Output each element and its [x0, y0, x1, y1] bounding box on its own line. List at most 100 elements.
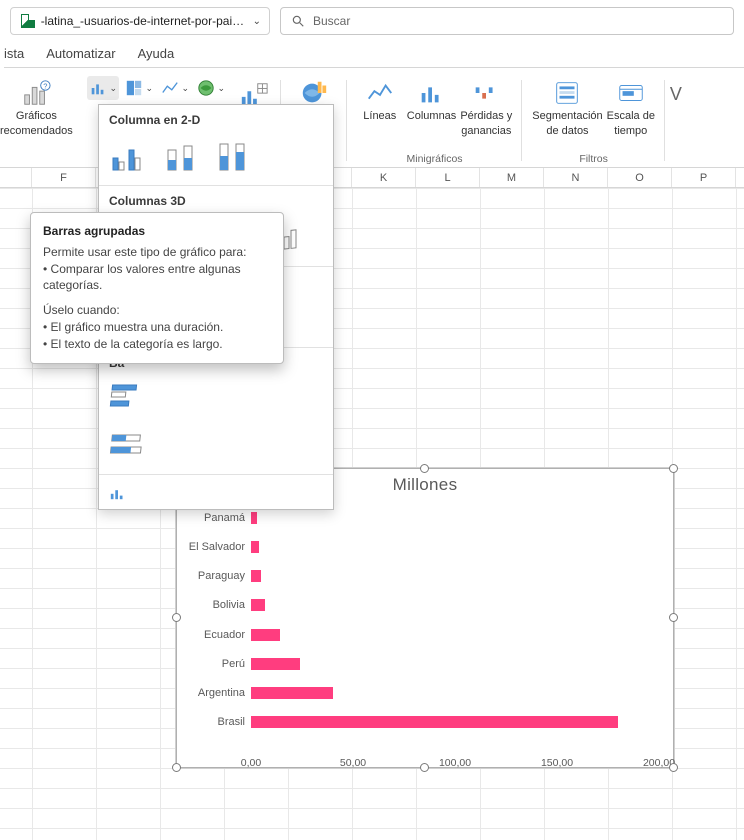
tooltip-use-1: • El gráfico muestra una duración. [43, 319, 271, 336]
recommended-charts-icon: ? [21, 78, 51, 108]
gallery-stacked-column[interactable] [159, 135, 205, 175]
timeline-icon [616, 78, 646, 108]
column-header[interactable]: M [480, 168, 544, 187]
column-header[interactable]: N [544, 168, 608, 187]
chart-category-label: Brasil [217, 716, 251, 728]
sparkline-line-button[interactable]: Líneas [357, 74, 403, 138]
column-header[interactable]: K [352, 168, 416, 187]
sparkline-line-icon [365, 78, 395, 108]
search-icon [291, 14, 305, 28]
gallery-clustered-column[interactable] [107, 135, 153, 175]
column-header[interactable]: O [608, 168, 672, 187]
sparkline-line-label: Líneas [363, 110, 396, 123]
chevron-down-icon: ⌄ [253, 16, 261, 27]
sparkline-column-icon [417, 78, 447, 108]
search-placeholder: Buscar [313, 14, 350, 28]
tooltip-use-2: • El texto de la categoría es largo. [43, 336, 271, 353]
column-header[interactable]: F [32, 168, 96, 187]
gallery-100-stacked-column[interactable] [211, 135, 257, 175]
chart-category-label: Panamá [204, 512, 251, 524]
chevron-down-icon: ⌄ [218, 83, 226, 94]
chevron-down-icon: ⌄ [110, 83, 118, 94]
globe-icon [197, 79, 215, 97]
insert-map-chart-button[interactable]: ⌄ [195, 76, 227, 100]
chart-bar [251, 512, 257, 524]
svg-text:?: ? [44, 81, 48, 90]
chart-bar [251, 570, 261, 582]
timeline-label-1: Escala de [607, 110, 655, 123]
tooltip-use-when: Úselo cuando: [43, 302, 271, 319]
clustered-column-icon [110, 138, 150, 172]
stacked-column-icon [162, 138, 202, 172]
group-label-sparklines: Minigráficos [347, 153, 523, 165]
treemap-icon [125, 79, 143, 97]
column-header[interactable]: P [672, 168, 736, 187]
resize-handle[interactable] [420, 763, 429, 772]
sparkline-column-button[interactable]: Columnas [407, 74, 457, 138]
gallery-more-column-charts[interactable] [99, 474, 333, 509]
chart-category-label: Bolivia [213, 599, 251, 611]
file-name: -latina_-usuarios-de-internet-por-pais-.… [41, 14, 247, 28]
tooltip-title: Barras agrupadas [43, 223, 271, 240]
group-label-filters: Filtros [522, 153, 665, 165]
chevron-down-icon: ⌄ [146, 83, 154, 94]
file-name-pill[interactable]: -latina_-usuarios-de-internet-por-pais-.… [10, 7, 270, 35]
chart-bar [251, 629, 280, 641]
gallery-section-col3d: Columnas 3D [99, 186, 333, 212]
insert-hierarchy-chart-button[interactable]: ⌄ [123, 76, 155, 100]
resize-handle[interactable] [669, 464, 678, 473]
chart-category-label: Perú [222, 658, 251, 670]
tab-ayuda[interactable]: Ayuda [138, 46, 175, 61]
recommended-label-1: Gráficos [16, 110, 57, 123]
search-input[interactable]: Buscar [280, 7, 734, 35]
chart-category-label: Argentina [198, 687, 251, 699]
chart-bar [251, 658, 300, 670]
chart-bar [251, 541, 259, 553]
tab-vista[interactable]: ista [4, 46, 24, 61]
column-chart-icon [109, 483, 127, 501]
sparkline-column-label: Columnas [407, 110, 457, 123]
resize-handle[interactable] [172, 613, 181, 622]
more-button[interactable]: V [669, 74, 683, 106]
column-header[interactable]: L [416, 168, 480, 187]
chart-category-label: Ecuador [204, 629, 251, 641]
chart-bar [251, 716, 618, 728]
resize-handle[interactable] [669, 763, 678, 772]
chart-x-tick: 0,00 [241, 757, 261, 769]
chart-category-label: El Salvador [189, 541, 251, 553]
gallery-section-col2d: Columna en 2-D [99, 105, 333, 131]
recommended-charts-button[interactable]: ? Gráficos recomendados [0, 74, 73, 138]
stacked-100-column-icon [214, 138, 254, 172]
resize-handle[interactable] [420, 464, 429, 473]
slicer-button[interactable]: Segmentación de datos [532, 74, 602, 138]
chart-bar [251, 687, 333, 699]
chevron-down-icon: ⌄ [182, 83, 190, 94]
sparkline-winloss-button[interactable]: Pérdidas y ganancias [460, 74, 512, 138]
resize-handle[interactable] [669, 613, 678, 622]
chart-x-tick: 150,00 [541, 757, 573, 769]
line-chart-icon [161, 79, 179, 97]
chart-bar [251, 599, 265, 611]
chart-category-label: Paraguay [198, 570, 251, 582]
tooltip-bullet-1: • Comparar los valores entre algunas cat… [43, 261, 271, 295]
column-chart-icon [89, 79, 107, 97]
slicer-icon [552, 78, 582, 108]
sparkline-winloss-label-2: ganancias [461, 125, 511, 138]
chart-x-tick: 100,00 [439, 757, 471, 769]
insert-column-chart-button[interactable]: ⌄ [87, 76, 119, 100]
gallery-3d-stacked-bar[interactable] [107, 424, 147, 464]
tab-automatizar[interactable]: Automatizar [46, 46, 115, 61]
embedded-chart[interactable]: Millones PanamáEl SalvadorParaguayBolivi… [176, 468, 674, 768]
sparkline-winloss-icon [471, 78, 501, 108]
insert-line-chart-button[interactable]: ⌄ [159, 76, 191, 100]
recommended-label-2: recomendados [0, 125, 73, 138]
gallery-3d-clustered-bar[interactable] [107, 376, 147, 416]
tooltip-lead: Permite usar este tipo de gráfico para: [43, 244, 271, 261]
sparkline-winloss-label-1: Pérdidas y [460, 110, 512, 123]
more-icon: V [670, 78, 682, 106]
resize-handle[interactable] [172, 763, 181, 772]
chart-tooltip: Barras agrupadas Permite usar este tipo … [30, 212, 284, 364]
slicer-label-1: Segmentación [532, 110, 602, 123]
timeline-button[interactable]: Escala de tiempo [607, 74, 655, 138]
timeline-label-2: tiempo [614, 125, 647, 138]
